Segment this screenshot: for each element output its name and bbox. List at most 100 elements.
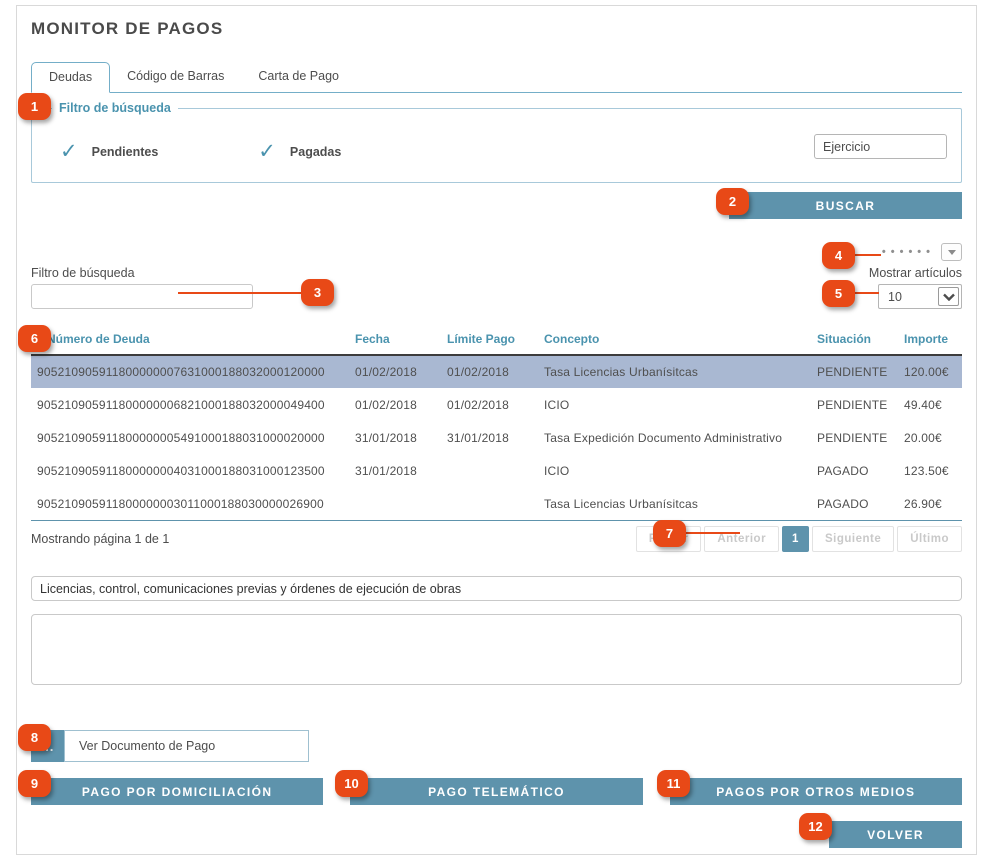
cell-importe: 20.00€ — [898, 421, 962, 454]
table-row[interactable]: 9052109059118000000076310001880320001200… — [31, 355, 962, 388]
table-row[interactable]: 9052109059118000000068210001880320000494… — [31, 388, 962, 421]
tab-bar: Deudas Código de Barras Carta de Pago — [31, 62, 962, 93]
pagination-status: Mostrando página 1 de 1 — [31, 532, 169, 546]
concept-description-input[interactable] — [31, 576, 962, 601]
annotation-badge-8: 8 — [18, 724, 51, 751]
table-row[interactable]: 9052109059118000000054910001880310000200… — [31, 421, 962, 454]
cell-numero: 9052109059118000000040310001880310001235… — [31, 454, 349, 487]
cell-importe: 123.50€ — [898, 454, 962, 487]
cell-fecha: 01/02/2018 — [349, 355, 441, 388]
columns-dropdown-button[interactable] — [941, 243, 962, 261]
cell-fecha: 01/02/2018 — [349, 388, 441, 421]
annotation-badge-10: 10 — [335, 770, 368, 797]
cell-concepto: Tasa Expedición Documento Administrativo — [538, 421, 811, 454]
cell-situacion: PENDIENTE — [811, 388, 898, 421]
column-dots: •••••• — [882, 246, 935, 258]
cell-situacion: PAGADO — [811, 487, 898, 520]
annotation-line-7 — [682, 532, 740, 534]
pago-telematico-button[interactable]: PAGO TELEMÁTICO — [350, 778, 642, 805]
col-header-situacion[interactable]: Situación — [811, 326, 898, 355]
tab-deudas[interactable]: Deudas — [31, 62, 110, 93]
cell-concepto: ICIO — [538, 454, 811, 487]
col-header-concepto[interactable]: Concepto — [538, 326, 811, 355]
monitor-de-pagos-screen: MONITOR DE PAGOS Deudas Código de Barras… — [0, 0, 983, 860]
ejercicio-input[interactable] — [814, 134, 947, 159]
annotation-badge-11: 11 — [657, 770, 690, 797]
annotation-badge-5: 5 — [822, 280, 855, 307]
cell-fecha: 31/01/2018 — [349, 421, 441, 454]
pagination-next-button[interactable]: Siguiente — [812, 526, 894, 552]
buscar-button[interactable]: BUSCAR — [729, 192, 962, 219]
annotation-badge-1: 1 — [18, 93, 51, 120]
table-header-row: Número de Deuda Fecha Límite Pago Concep… — [31, 326, 962, 355]
checkbox-pendientes-label: Pendientes — [92, 145, 159, 159]
tab-carta-de-pago[interactable]: Carta de Pago — [241, 62, 356, 92]
tab-codigo-de-barras[interactable]: Código de Barras — [110, 62, 241, 92]
cell-concepto: ICIO — [538, 388, 811, 421]
pagination-last-button[interactable]: Último — [897, 526, 962, 552]
pagination-prev-button[interactable]: Anterior — [704, 526, 779, 552]
document-row: ... Ver Documento de Pago — [31, 730, 962, 762]
page-frame: MONITOR DE PAGOS Deudas Código de Barras… — [16, 5, 977, 855]
debt-table: Número de Deuda Fecha Límite Pago Concep… — [31, 326, 962, 520]
cell-concepto: Tasa Licencias Urbanísitcas — [538, 355, 811, 388]
col-header-limite[interactable]: Límite Pago — [441, 326, 538, 355]
cell-numero: 9052109059118000000030110001880300000269… — [31, 487, 349, 520]
pago-domiciliacion-button[interactable]: PAGO POR DOMICILIACIÓN — [31, 778, 323, 805]
show-items-label: Mostrar artículos — [869, 266, 962, 280]
annotation-line-4 — [851, 254, 881, 256]
checkbox-pagadas[interactable]: ✓ Pagadas — [258, 141, 341, 162]
annotation-badge-2: 2 — [716, 188, 749, 215]
cell-numero: 9052109059118000000054910001880310000200… — [31, 421, 349, 454]
cell-numero: 9052109059118000000068210001880320000494… — [31, 388, 349, 421]
cell-numero: 9052109059118000000076310001880320001200… — [31, 355, 349, 388]
cell-situacion: PENDIENTE — [811, 355, 898, 388]
page-size-select[interactable]: 10 — [878, 284, 962, 309]
cell-fecha: 31/01/2018 — [349, 454, 441, 487]
ver-documento-box[interactable]: Ver Documento de Pago — [64, 730, 309, 762]
list-filter-label: Filtro de búsqueda — [31, 266, 253, 280]
col-header-fecha[interactable]: Fecha — [349, 326, 441, 355]
annotation-badge-3: 3 — [301, 279, 334, 306]
cell-importe: 26.90€ — [898, 487, 962, 520]
search-filter-legend: Filtro de búsqueda — [52, 101, 178, 115]
debt-table-wrap: Número de Deuda Fecha Límite Pago Concep… — [31, 326, 962, 521]
cell-situacion: PAGADO — [811, 454, 898, 487]
annotation-badge-4: 4 — [822, 242, 855, 269]
cell-concepto: Tasa Licencias Urbanísitcas — [538, 487, 811, 520]
checkbox-pagadas-label: Pagadas — [290, 145, 341, 159]
checkbox-pendientes[interactable]: ✓ Pendientes — [60, 141, 158, 162]
check-icon: ✓ — [258, 141, 276, 162]
pagos-otros-medios-button[interactable]: PAGOS POR OTROS MEDIOS — [670, 778, 962, 805]
annotation-line-3 — [178, 292, 303, 294]
details-textarea[interactable] — [31, 614, 962, 685]
dots-row: •••••• — [882, 243, 962, 261]
annotation-badge-7: 7 — [653, 520, 686, 547]
col-header-importe[interactable]: Importe — [898, 326, 962, 355]
check-icon: ✓ — [60, 141, 78, 162]
cell-limite: 01/02/2018 — [441, 388, 538, 421]
cell-limite — [441, 454, 538, 487]
list-filter-block: Filtro de búsqueda — [31, 266, 253, 309]
cell-limite: 01/02/2018 — [441, 355, 538, 388]
search-filter-fieldset: Filtro de búsqueda ✓ Pendientes ✓ Pagada… — [31, 101, 962, 183]
annotation-badge-9: 9 — [18, 770, 51, 797]
annotation-line-5 — [851, 292, 879, 294]
pagination-page-1-button[interactable]: 1 — [782, 526, 809, 552]
list-display-block: •••••• Mostrar artículos 10 — [869, 243, 962, 309]
cell-limite: 31/01/2018 — [441, 421, 538, 454]
page-title: MONITOR DE PAGOS — [31, 19, 962, 39]
chevron-down-icon — [938, 287, 959, 306]
cell-importe: 49.40€ — [898, 388, 962, 421]
list-filter-input[interactable] — [31, 284, 253, 309]
table-row[interactable]: 9052109059118000000030110001880300000269… — [31, 487, 962, 520]
payment-actions-row: PAGO POR DOMICILIACIÓN PAGO TELEMÁTICO P… — [31, 778, 962, 805]
cell-limite — [441, 487, 538, 520]
cell-importe: 120.00€ — [898, 355, 962, 388]
volver-button[interactable]: VOLVER — [829, 821, 962, 848]
cell-situacion: PENDIENTE — [811, 421, 898, 454]
table-row[interactable]: 9052109059118000000040310001880310001235… — [31, 454, 962, 487]
chevron-down-icon — [948, 250, 956, 255]
page-size-value: 10 — [888, 290, 902, 304]
col-header-numero[interactable]: Número de Deuda — [31, 326, 349, 355]
